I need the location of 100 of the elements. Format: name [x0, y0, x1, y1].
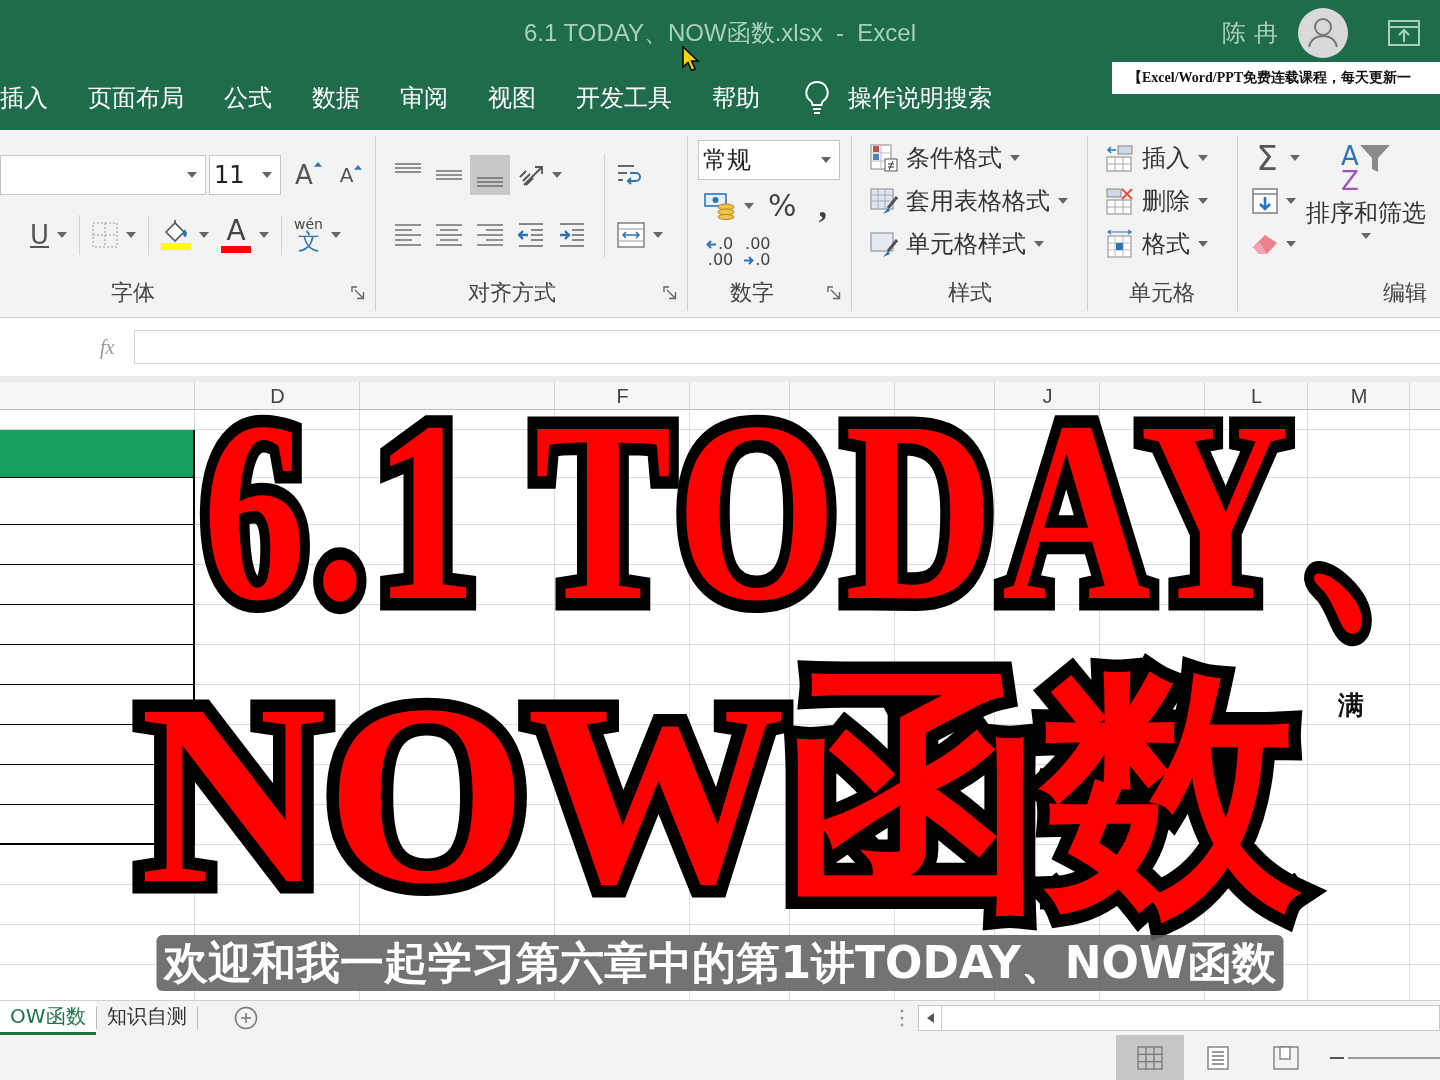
caret-icon[interactable]: [744, 203, 754, 209]
ribbon-tab[interactable]: 帮助: [712, 75, 760, 120]
caret-up-icon: [313, 162, 322, 167]
conditional-formatting-button[interactable]: 条件格式: [870, 136, 1068, 179]
pointer-cursor-icon: [682, 46, 700, 72]
phonetic-guide-button[interactable]: wén 文: [294, 217, 323, 253]
decrease-font-size-button[interactable]: A: [339, 165, 363, 185]
paint-bucket-icon[interactable]: [164, 220, 189, 242]
autosum-button[interactable]: Σ: [1252, 140, 1282, 175]
caret-icon[interactable]: [187, 172, 197, 178]
grid-icon: [1137, 1045, 1163, 1070]
formula-input-field[interactable]: [134, 330, 1440, 364]
format-as-table-button[interactable]: 套用表格格式: [870, 179, 1068, 222]
caret-icon[interactable]: [199, 232, 210, 238]
page-break-icon: [1273, 1045, 1299, 1070]
sheet-tab[interactable]: OW函数: [0, 1001, 96, 1035]
user-avatar-icon[interactable]: [1298, 7, 1348, 58]
page-layout-icon: [1205, 1045, 1231, 1070]
underline-button[interactable]: U: [30, 220, 50, 250]
horizontal-scrollbar[interactable]: [942, 1005, 1440, 1031]
scroll-left-button[interactable]: [918, 1005, 942, 1031]
ribbon-tab[interactable]: 数据: [312, 75, 360, 120]
table-format-icon: [870, 186, 898, 215]
caret-icon[interactable]: [1286, 197, 1296, 204]
insert-cells-icon: [1106, 143, 1134, 172]
group-label: 样式: [948, 279, 992, 307]
align-center-icon: [436, 224, 462, 246]
increase-indent-icon[interactable]: [559, 223, 585, 247]
caret-icon[interactable]: [57, 232, 68, 238]
dialog-launcher-icon[interactable]: [663, 286, 677, 300]
caret-icon[interactable]: [1034, 240, 1044, 247]
arrow-right-icon: [743, 255, 755, 265]
font-name-field[interactable]: [0, 155, 206, 195]
caret-icon[interactable]: [126, 232, 137, 238]
align-right-icon: [477, 224, 503, 246]
format-cells-icon: [1106, 229, 1134, 258]
ribbon-tab[interactable]: 公式: [224, 75, 272, 120]
window-title: 6.1 TODAY、NOW函数.xlsx - Excel: [523, 17, 917, 48]
decrease-indent-icon[interactable]: [518, 223, 544, 247]
zoom-slider-track[interactable]: [1348, 1056, 1440, 1059]
ribbon-tab[interactable]: 插入: [0, 75, 48, 120]
text-orientation-icon[interactable]: [518, 163, 544, 187]
dialog-launcher-icon[interactable]: [827, 286, 841, 300]
caret-icon[interactable]: [552, 172, 562, 178]
currency-icon[interactable]: [704, 192, 736, 220]
caret-icon[interactable]: [821, 157, 831, 163]
merge-cells-icon[interactable]: [617, 222, 645, 248]
insert-cells-button[interactable]: 插入: [1106, 136, 1208, 179]
comma-style-button[interactable]: ,: [818, 189, 827, 223]
caret-icon[interactable]: [330, 232, 341, 238]
percent-style-button[interactable]: %: [768, 191, 797, 221]
increase-decimal-button[interactable]: .0 .00: [706, 236, 734, 268]
caret-icon[interactable]: [1058, 197, 1068, 204]
delete-cells-button[interactable]: 删除: [1106, 179, 1208, 222]
ribbon-tab[interactable]: 页面布局: [88, 75, 184, 120]
caret-icon[interactable]: [653, 232, 663, 238]
column-header[interactable]: L: [1250, 383, 1263, 408]
add-sheet-icon[interactable]: [233, 1006, 258, 1030]
conditional-formatting-icon: [870, 143, 898, 172]
title-overlay-text: 6.1 TODAY、: [201, 411, 1426, 649]
ribbon-display-options-icon[interactable]: [1388, 19, 1420, 46]
fill-down-icon[interactable]: [1252, 187, 1278, 214]
vertical-dots-icon[interactable]: [900, 1009, 904, 1027]
column-header[interactable]: M: [1350, 383, 1368, 408]
sheet-tab[interactable]: 知识自测: [96, 1001, 197, 1035]
sort-az-letters: A Z: [1341, 144, 1359, 194]
dialog-launcher-icon[interactable]: [351, 286, 365, 300]
font-size-field[interactable]: 11: [209, 155, 281, 195]
caret-icon[interactable]: [1286, 240, 1296, 247]
ribbon-tab[interactable]: 开发工具: [576, 75, 672, 120]
promo-banner: 【Excel/Word/PPT免费连载课程，每天更新一: [1112, 62, 1440, 94]
caret-icon[interactable]: [1198, 240, 1208, 247]
caret-icon[interactable]: [259, 232, 270, 238]
zoom-out-icon[interactable]: [1330, 1056, 1344, 1059]
ribbon-tab[interactable]: 审阅: [400, 75, 448, 120]
column-header[interactable]: J: [1042, 383, 1053, 408]
caret-icon[interactable]: [1010, 154, 1020, 161]
align-bottom-icon: [477, 177, 503, 187]
decrease-decimal-button[interactable]: .00 .0: [743, 236, 771, 268]
wrap-text-icon[interactable]: [617, 164, 643, 186]
caret-icon[interactable]: [262, 172, 272, 178]
font-color-button[interactable]: A: [221, 217, 252, 253]
caret-icon[interactable]: [1361, 233, 1371, 240]
caret-icon[interactable]: [1198, 154, 1208, 161]
tell-me-search[interactable]: 操作说明搜索: [804, 79, 992, 116]
format-cells-button[interactable]: 格式: [1106, 222, 1208, 265]
cell-text: 满: [1338, 690, 1364, 720]
cell-styles-icon: [870, 229, 898, 258]
align-left-icon: [395, 224, 421, 246]
increase-font-size-button[interactable]: A: [295, 162, 322, 188]
caret-icon[interactable]: [1290, 154, 1300, 161]
number-format-dropdown[interactable]: 常规: [698, 140, 840, 180]
caret-icon[interactable]: [1198, 197, 1208, 204]
column-header[interactable]: D: [270, 383, 285, 408]
user-name[interactable]: 陈 冉: [1222, 16, 1278, 49]
cell-styles-button[interactable]: 单元格样式: [870, 222, 1068, 265]
group-label: 字体: [111, 279, 155, 307]
column-header[interactable]: F: [616, 383, 629, 408]
sort-and-filter-button[interactable]: A Z 排序和筛选: [1306, 136, 1426, 275]
ribbon-tab[interactable]: 视图: [488, 75, 536, 120]
